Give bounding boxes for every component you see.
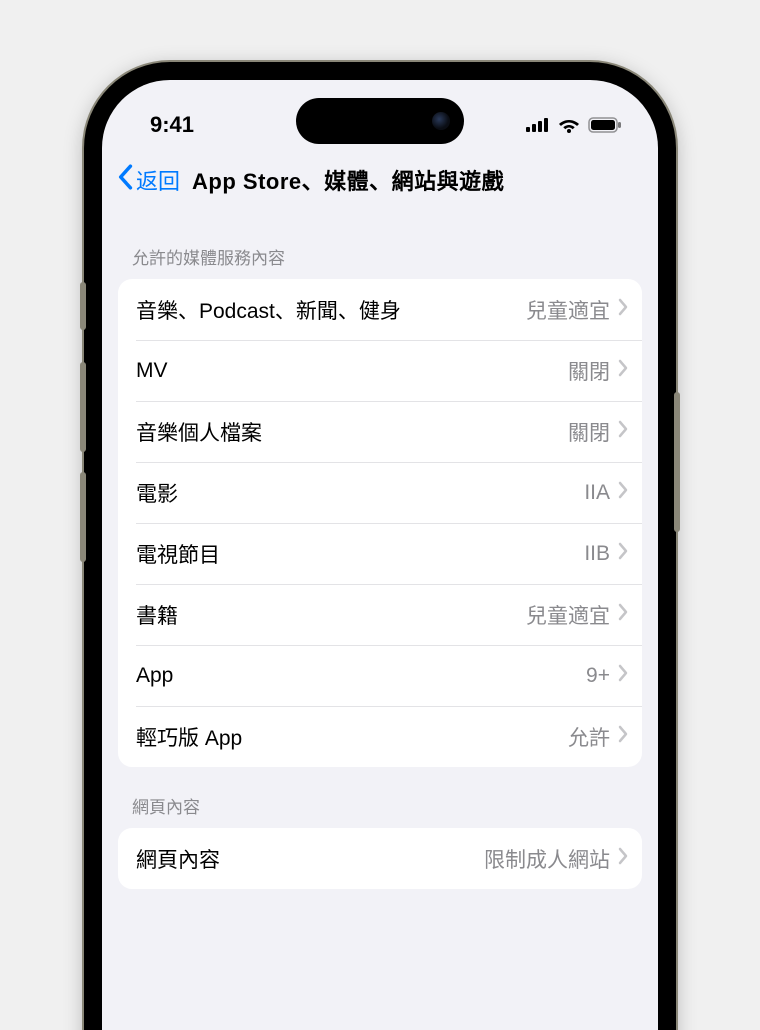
section-header-web: 網頁內容 bbox=[102, 767, 658, 828]
row-value: 兒童適宜 bbox=[526, 600, 610, 630]
status-time: 9:41 bbox=[150, 112, 194, 138]
row-label: 書籍 bbox=[136, 600, 526, 630]
row-movies[interactable]: 電影 IIA bbox=[118, 462, 642, 523]
chevron-right-icon bbox=[618, 481, 628, 504]
content: 允許的媒體服務內容 音樂、Podcast、新聞、健身 兒童適宜 MV 關閉 bbox=[102, 210, 658, 889]
side-button bbox=[80, 362, 86, 452]
row-label: App bbox=[136, 664, 586, 688]
row-value: IIB bbox=[584, 542, 610, 566]
row-tv-shows[interactable]: 電視節目 IIB bbox=[118, 523, 642, 584]
row-app-clips[interactable]: 輕巧版 App 允許 bbox=[118, 706, 642, 767]
back-button[interactable]: 返回 bbox=[114, 160, 182, 200]
row-books[interactable]: 書籍 兒童適宜 bbox=[118, 584, 642, 645]
row-value: 兒童適宜 bbox=[526, 295, 610, 325]
row-label: 音樂、Podcast、新聞、健身 bbox=[136, 295, 526, 325]
cellular-signal-icon bbox=[526, 118, 550, 132]
chevron-left-icon bbox=[116, 164, 134, 196]
page-title: App Store、媒體、網站與遊戲 bbox=[192, 164, 504, 196]
row-mv[interactable]: MV 關閉 bbox=[118, 340, 642, 401]
phone-frame: 9:41 bbox=[84, 62, 676, 1030]
camera-icon bbox=[432, 112, 450, 130]
canvas: 9:41 bbox=[0, 0, 760, 1030]
row-label: 音樂個人檔案 bbox=[136, 417, 568, 447]
dynamic-island bbox=[296, 98, 464, 144]
group-web-content: 網頁內容 限制成人網站 bbox=[118, 828, 642, 889]
row-label: 電視節目 bbox=[136, 539, 584, 569]
row-value: 9+ bbox=[586, 664, 610, 688]
row-label: 電影 bbox=[136, 478, 584, 508]
side-button bbox=[80, 472, 86, 562]
row-value: 關閉 bbox=[568, 356, 610, 386]
row-music-profile[interactable]: 音樂個人檔案 關閉 bbox=[118, 401, 642, 462]
row-label: MV bbox=[136, 359, 568, 383]
chevron-right-icon bbox=[618, 542, 628, 565]
row-label: 輕巧版 App bbox=[136, 722, 568, 752]
side-button bbox=[674, 392, 680, 532]
chevron-right-icon bbox=[618, 847, 628, 870]
chevron-right-icon bbox=[618, 298, 628, 321]
battery-icon bbox=[588, 117, 622, 133]
back-label: 返回 bbox=[136, 164, 180, 196]
row-value: 限制成人網站 bbox=[484, 844, 610, 874]
section-header-allowed: 允許的媒體服務內容 bbox=[102, 218, 658, 279]
phone-screen: 9:41 bbox=[102, 80, 658, 1030]
chevron-right-icon bbox=[618, 420, 628, 443]
row-app[interactable]: App 9+ bbox=[118, 645, 642, 706]
chevron-right-icon bbox=[618, 359, 628, 382]
nav-bar: 返回 App Store、媒體、網站與遊戲 bbox=[102, 150, 658, 210]
wifi-icon bbox=[558, 117, 580, 133]
row-label: 網頁內容 bbox=[136, 844, 484, 874]
chevron-right-icon bbox=[618, 664, 628, 687]
side-button bbox=[80, 282, 86, 330]
row-web-content[interactable]: 網頁內容 限制成人網站 bbox=[118, 828, 642, 889]
row-value: 允許 bbox=[568, 722, 610, 752]
row-music-podcast-news-fitness[interactable]: 音樂、Podcast、新聞、健身 兒童適宜 bbox=[118, 279, 642, 340]
chevron-right-icon bbox=[618, 603, 628, 626]
group-allowed-media: 音樂、Podcast、新聞、健身 兒童適宜 MV 關閉 bbox=[118, 279, 642, 767]
row-value: IIA bbox=[584, 481, 610, 505]
row-value: 關閉 bbox=[568, 417, 610, 447]
chevron-right-icon bbox=[618, 725, 628, 748]
